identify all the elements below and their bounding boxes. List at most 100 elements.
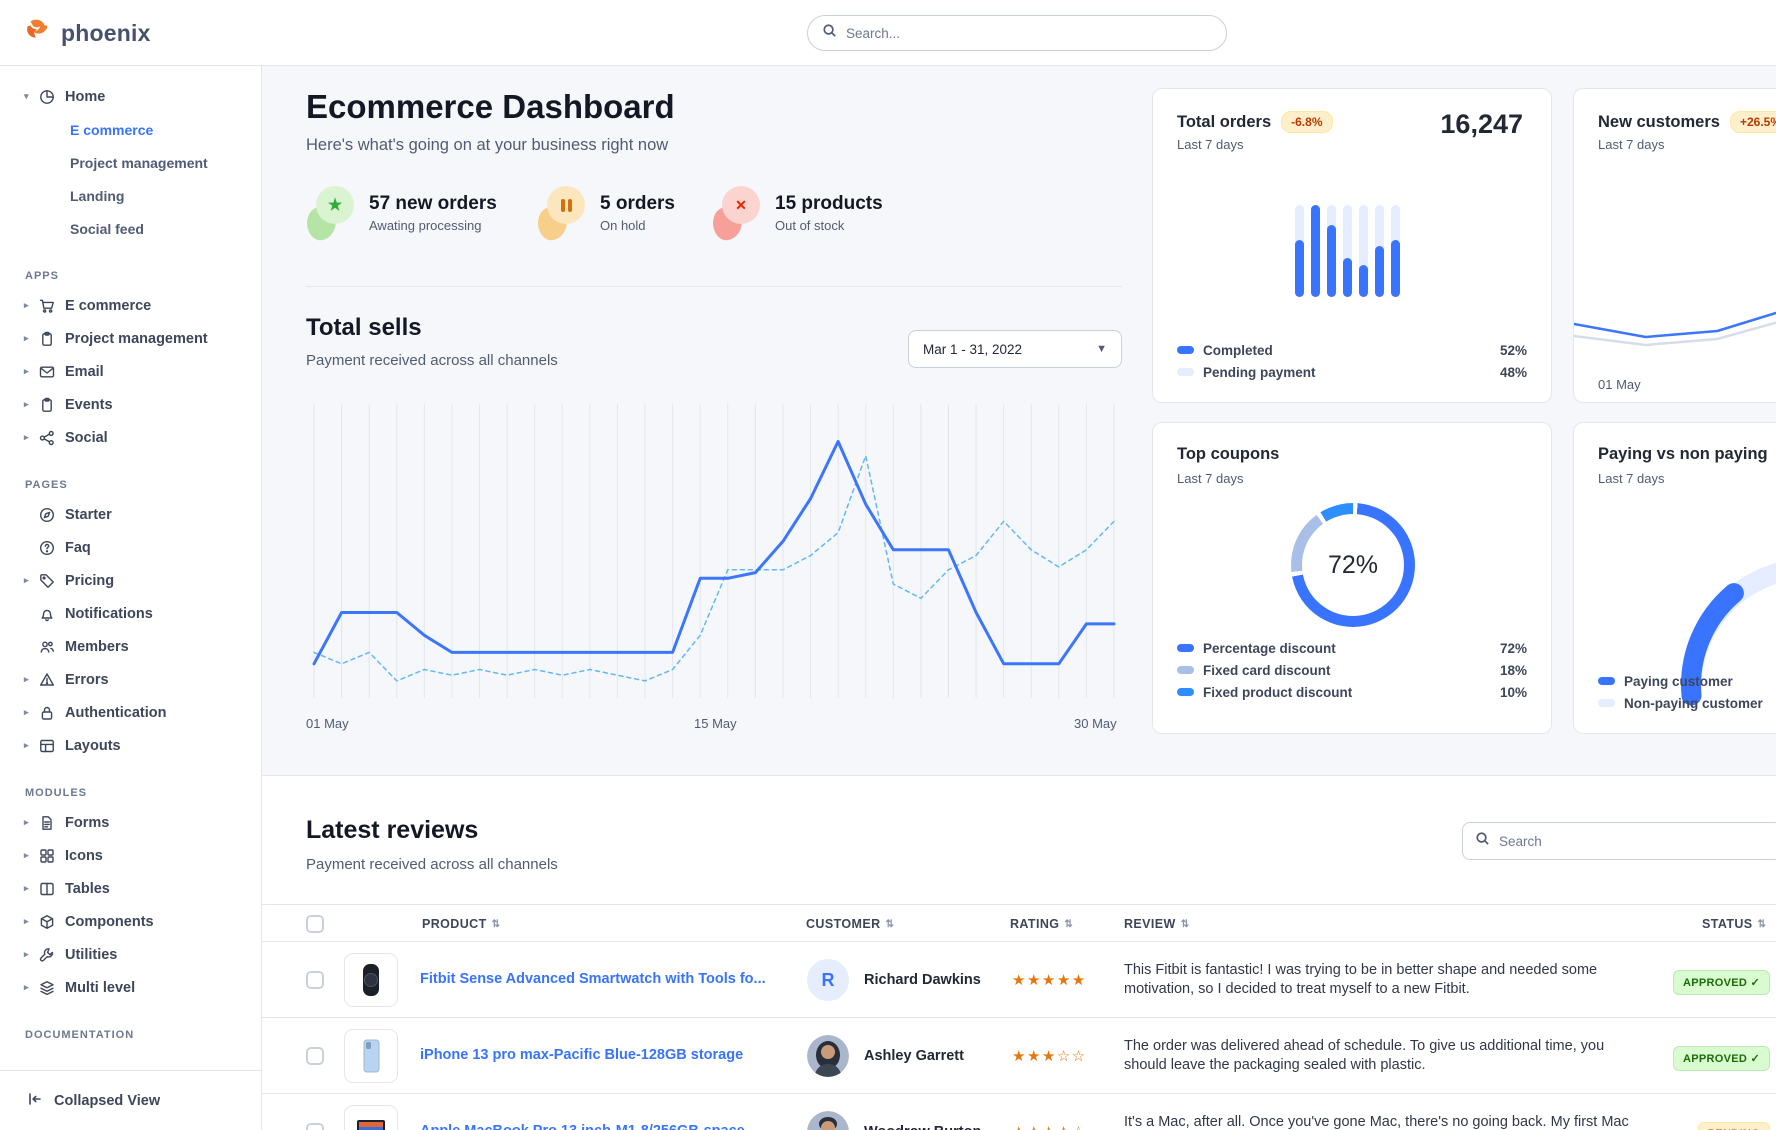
sort-icon: ⇅ [886, 919, 895, 930]
column-header-customer[interactable]: CUSTOMER⇅ [806, 905, 894, 943]
sidebar-section-label: MODULES [25, 787, 261, 799]
sidebar-subitem-project-management[interactable]: Project management [0, 146, 261, 179]
card-period: Last 7 days [1598, 137, 1665, 152]
date-range-select[interactable]: Mar 1 - 31, 2022 ▼ [908, 330, 1122, 368]
top-coupons-card: Top coupons Last 7 days 72% Percentage d… [1152, 422, 1552, 734]
legend-swatch [1177, 688, 1194, 696]
collapsed-view-toggle[interactable]: Collapsed View [0, 1070, 261, 1130]
rating-stars: ★★★★★ [1012, 971, 1087, 989]
legend-label: Percentage discount [1203, 641, 1500, 656]
sidebar-item-email[interactable]: ▸Email [0, 355, 261, 388]
mail-icon [39, 364, 65, 380]
customer-name: Richard Dawkins [864, 972, 1014, 988]
product-link[interactable]: Fitbit Sense Advanced Smartwatch with To… [420, 971, 770, 987]
reviews-table-header: PRODUCT⇅ CUSTOMER⇅ RATING⇅ REVIEW⇅ STATUS⇅ [262, 904, 1776, 942]
row-checkbox[interactable] [306, 1047, 324, 1065]
caret-right-icon: ▸ [24, 399, 39, 410]
caret-right-icon: ▸ [24, 333, 39, 344]
legend-swatch [1177, 368, 1194, 376]
logo[interactable]: phoenix [22, 0, 151, 66]
column-header-rating[interactable]: RATING⇅ [1010, 905, 1073, 943]
sort-icon: ⇅ [1758, 919, 1767, 930]
sidebar-item-pricing[interactable]: ▸Pricing [0, 564, 261, 597]
stat-label: Out of stock [775, 218, 883, 233]
global-search-input[interactable] [846, 26, 1212, 41]
warning-icon [39, 672, 65, 688]
sidebar-item-errors[interactable]: ▸Errors [0, 663, 261, 696]
users-icon [39, 639, 65, 655]
pause-icon [538, 186, 585, 240]
pause-icon [547, 186, 585, 224]
sort-icon: ⇅ [1064, 919, 1073, 930]
global-search[interactable] [807, 15, 1227, 51]
customer-name: Ashley Garrett [864, 1048, 1014, 1064]
file-text-icon [39, 815, 65, 831]
calendar-icon [39, 397, 65, 413]
sidebar-item-project-management[interactable]: ▸Project management [0, 322, 261, 355]
legend-label: Completed [1203, 343, 1500, 358]
select-all-checkbox[interactable] [306, 915, 324, 933]
sidebar-item-label: Members [65, 639, 129, 655]
sidebar-item-tables[interactable]: ▸Tables [0, 872, 261, 905]
stat-text: 57 new ordersAwating processing [369, 193, 497, 233]
caret-right-icon: ▸ [24, 740, 39, 751]
column-header-product[interactable]: PRODUCT⇅ [422, 905, 500, 943]
sidebar-subitem-social-feed[interactable]: Social feed [0, 212, 261, 245]
product-link[interactable]: Apple MacBook Pro 13 inch-M1-8/256GB-spa… [420, 1123, 770, 1130]
total-orders-value: 16,247 [1440, 109, 1523, 140]
sidebar-item-forms[interactable]: ▸Forms [0, 806, 261, 839]
sidebar-item-faq[interactable]: Faq [0, 531, 261, 564]
sidebar-item-multi-level[interactable]: ▸Multi level [0, 971, 261, 1004]
reviews-search-input[interactable] [1499, 834, 1769, 849]
sidebar-item-e-commerce[interactable]: ▸E commerce [0, 289, 261, 322]
legend-value: 72% [1500, 641, 1527, 656]
reviews-search[interactable] [1462, 822, 1776, 860]
product-link[interactable]: iPhone 13 pro max-Pacific Blue-128GB sto… [420, 1047, 770, 1063]
customer-name: Woodrow Burton [864, 1124, 1014, 1130]
close-icon: ✕ [713, 186, 760, 240]
wrench-icon [39, 947, 65, 963]
card-period: Last 7 days [1177, 137, 1244, 152]
sidebar-item-notifications[interactable]: Notifications [0, 597, 261, 630]
sidebar-item-starter[interactable]: Starter [0, 498, 261, 531]
column-header-status[interactable]: STATUS⇅ [1702, 905, 1766, 943]
legend-row-non-paying-customer: Non-paying customer [1598, 692, 1776, 714]
sidebar-subitem-landing[interactable]: Landing [0, 179, 261, 212]
caret-right-icon: ▸ [24, 300, 39, 311]
caret-right-icon: ▸ [24, 916, 39, 927]
sidebar-item-layouts[interactable]: ▸Layouts [0, 729, 261, 762]
order-bar [1391, 205, 1400, 297]
legend-row-percentage-discount: Percentage discount72% [1177, 637, 1527, 659]
status-badge: PENDING [1698, 1122, 1770, 1130]
row-checkbox[interactable] [306, 971, 324, 989]
sidebar-item-authentication[interactable]: ▸Authentication [0, 696, 261, 729]
legend-label: Non-paying customer [1624, 696, 1776, 711]
sidebar-item-components[interactable]: ▸Components [0, 905, 261, 938]
sidebar-section-label: APPS [25, 270, 261, 282]
total-sells-chart [306, 396, 1122, 712]
review-text: It's a Mac, after all. Once you've gone … [1124, 1113, 1636, 1130]
sidebar-item-label: Social [65, 430, 108, 446]
sidebar-subitem-e-commerce[interactable]: E commerce [0, 113, 261, 146]
column-header-review[interactable]: REVIEW⇅ [1124, 905, 1190, 943]
sidebar-item-home[interactable]: ▾Home [0, 80, 261, 113]
donut-center-value: 72% [1291, 503, 1415, 627]
cart-icon [39, 298, 65, 314]
stat-label: Awating processing [369, 218, 497, 233]
sidebar-item-social[interactable]: ▸ Social [0, 421, 261, 454]
review-row: iPhone 13 pro max-Pacific Blue-128GB sto… [262, 1018, 1776, 1094]
sidebar-item-utilities[interactable]: ▸Utilities [0, 938, 261, 971]
previous-series [1574, 303, 1776, 345]
rating-stars: ★★★☆☆ [1012, 1047, 1087, 1065]
caret-right-icon: ▸ [24, 432, 39, 443]
sidebar-item-icons[interactable]: ▸Icons [0, 839, 261, 872]
sidebar-item-members[interactable]: Members [0, 630, 261, 663]
sidebar-item-label: Home [65, 89, 105, 105]
sidebar-item-events[interactable]: ▸Events [0, 388, 261, 421]
stat-on-hold: 5 ordersOn hold [538, 182, 675, 244]
main-content: Ecommerce Dashboard Here's what's going … [262, 66, 1776, 1130]
x-axis-label: 15 May [694, 716, 737, 731]
sidebar-nav: ▾HomeE commerceProject managementLanding… [0, 66, 261, 1066]
caret-right-icon: ▸ [24, 850, 39, 861]
row-checkbox[interactable] [306, 1123, 324, 1130]
